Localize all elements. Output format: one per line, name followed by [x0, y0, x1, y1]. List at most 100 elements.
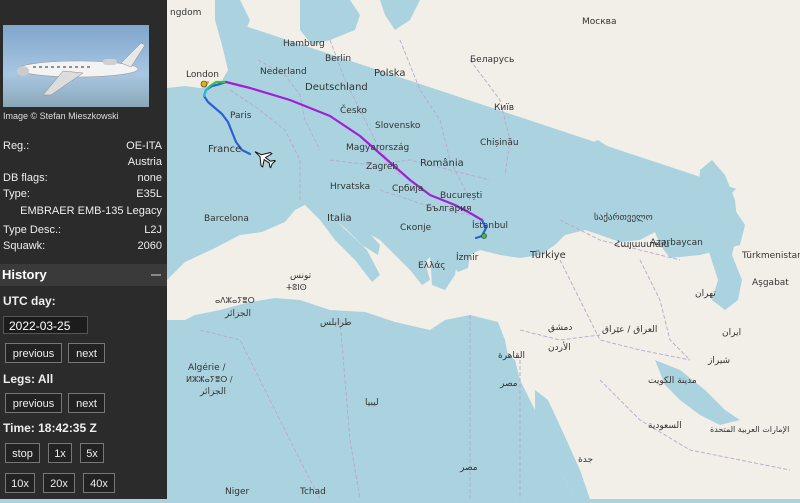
- label-italia: Italia: [327, 213, 352, 224]
- field-key: Type:: [3, 188, 30, 200]
- map-canvas[interactable]: ngdom London Paris France Nederland Hamb…: [167, 0, 800, 500]
- utc-day-label: UTC day:: [3, 294, 56, 308]
- label-algerie-berber2: ⵍⵣⵣⴰⵢⴻⵔ /: [186, 375, 233, 384]
- label-shiraz: شیراز: [707, 356, 730, 366]
- label-asgabat: Aşgabat: [752, 278, 789, 288]
- label-france: France: [208, 144, 241, 155]
- label-hamburg: Hamburg: [283, 39, 325, 49]
- history-title: History: [2, 267, 47, 282]
- label-moskva: Москва: [582, 17, 616, 27]
- field-country: Austria: [3, 156, 162, 171]
- label-jordan: الأردن: [548, 341, 571, 353]
- field-value: OE-ITA: [126, 140, 162, 152]
- label-berlin: Berlin: [325, 54, 351, 64]
- label-magyarorszag: Magyarország: [346, 143, 409, 153]
- field-db-flags: DB flags: none: [3, 172, 162, 187]
- map-view[interactable]: ngdom London Paris France Nederland Hamb…: [167, 0, 800, 500]
- label-tunis: تونس: [290, 271, 312, 281]
- playback-20x-button[interactable]: 20x: [43, 473, 75, 493]
- field-registration: Reg.: OE-ITA: [3, 140, 162, 155]
- label-kingdom: ngdom: [170, 8, 201, 18]
- field-value: Austria: [127, 156, 162, 168]
- label-belarus: Беларусь: [470, 55, 514, 65]
- label-saudi: السعودية: [648, 421, 682, 431]
- playback-1x-button[interactable]: 1x: [48, 443, 72, 463]
- label-kyiv: Київ: [494, 103, 514, 113]
- label-algerie-ar: الجزائر: [224, 309, 251, 319]
- label-tchad: Tchad: [299, 487, 326, 497]
- label-niger: Niger: [225, 487, 249, 497]
- playback-10x-button[interactable]: 10x: [5, 473, 35, 493]
- field-value: EMBRAER EMB-135 Legacy: [20, 205, 162, 217]
- label-jeddah: جدة: [578, 455, 593, 465]
- label-tehran: تهران: [695, 289, 716, 299]
- label-nederland: Nederland: [260, 67, 307, 77]
- label-misr-south: مصر: [459, 463, 478, 473]
- field-type-name: EMBRAER EMB-135 Legacy: [3, 205, 162, 220]
- label-paris: Paris: [230, 111, 252, 121]
- day-previous-button[interactable]: previous: [5, 343, 62, 363]
- label-cesko: Česko: [340, 104, 367, 116]
- label-georgia: საქართველო: [594, 212, 653, 223]
- label-hrvatska: Hrvatska: [330, 182, 370, 192]
- label-izmir: İzmir: [456, 252, 479, 263]
- label-algeria-berber: ⴰⴷⵣⴰⵢⴻⵔ: [215, 296, 255, 305]
- label-kuwait: مدينة الكويت: [648, 376, 697, 386]
- label-damascus: دمشق: [548, 323, 572, 333]
- destination-marker: [481, 233, 487, 239]
- label-bucuresti: București: [440, 191, 482, 201]
- field-value: 2060: [137, 240, 162, 252]
- aircraft-photo[interactable]: [3, 25, 149, 107]
- label-romania: România: [420, 157, 464, 169]
- label-barcelona: Barcelona: [204, 214, 249, 224]
- time-label: Time: 18:42:35 Z: [3, 421, 97, 435]
- playback-stop-button[interactable]: stop: [5, 443, 40, 463]
- image-credit: Image © Stefan Mieszkowski: [3, 111, 119, 121]
- label-tripoli: طرابلس: [320, 318, 352, 328]
- jet-illustration-icon: [17, 42, 146, 96]
- field-squawk: Squawk: 2060: [3, 240, 162, 255]
- label-egypt: مصر: [499, 379, 518, 389]
- origin-marker: [200, 80, 208, 88]
- legs-next-button[interactable]: next: [68, 393, 105, 413]
- label-iran: ایران: [722, 328, 741, 338]
- field-key: Squawk:: [3, 240, 46, 252]
- label-srbija: Србија: [392, 184, 423, 194]
- day-next-button[interactable]: next: [68, 343, 105, 363]
- label-algerie-ar2: الجزائر: [199, 387, 226, 397]
- label-tunisia-berber: ⵜⵓⵏⵙ: [286, 283, 307, 292]
- field-key: DB flags:: [3, 172, 48, 184]
- field-type: Type: E35L: [3, 188, 162, 203]
- label-ellas: Ελλάς: [418, 261, 446, 271]
- aircraft-sidebar: Image © Stefan Mieszkowski Reg.: OE-ITA …: [0, 0, 167, 499]
- label-turkiye: Türkiye: [529, 250, 566, 261]
- label-istanbul: İstanbul: [472, 220, 508, 231]
- field-value: L2J: [144, 224, 162, 236]
- label-azerbaycan: Azərbaycan: [650, 238, 703, 248]
- legs-previous-button[interactable]: previous: [5, 393, 62, 413]
- field-key: Type Desc.:: [3, 224, 62, 236]
- label-cairo: القاهرة: [498, 351, 525, 361]
- playback-5x-button[interactable]: 5x: [80, 443, 104, 463]
- label-deutschland: Deutschland: [305, 82, 368, 93]
- utc-day-input[interactable]: 2022-03-25: [3, 316, 88, 334]
- label-london: London: [186, 70, 219, 80]
- field-value: E35L: [136, 188, 162, 200]
- field-key: Reg.:: [3, 140, 30, 152]
- playback-40x-button[interactable]: 40x: [83, 473, 115, 493]
- label-uae: الإمارات العربية المتحدة: [710, 425, 789, 435]
- label-turkmenistan: Türkmenistan: [741, 251, 800, 261]
- history-header[interactable]: History: [0, 264, 167, 286]
- label-slovensko: Slovensko: [375, 121, 421, 131]
- label-zagreb: Zagreb: [366, 162, 398, 172]
- label-libya: ليبيا: [365, 398, 379, 408]
- label-skopje: Скопје: [400, 223, 432, 233]
- label-chisinau: Chișinău: [480, 138, 519, 148]
- label-polska: Polska: [374, 68, 406, 79]
- collapse-icon[interactable]: [151, 274, 161, 276]
- field-type-desc: Type Desc.: L2J: [3, 224, 162, 239]
- label-algerie: Algérie /: [188, 362, 227, 373]
- legs-label: Legs: All: [3, 372, 54, 386]
- label-bulgaria: България: [426, 204, 472, 214]
- field-value: none: [137, 172, 162, 184]
